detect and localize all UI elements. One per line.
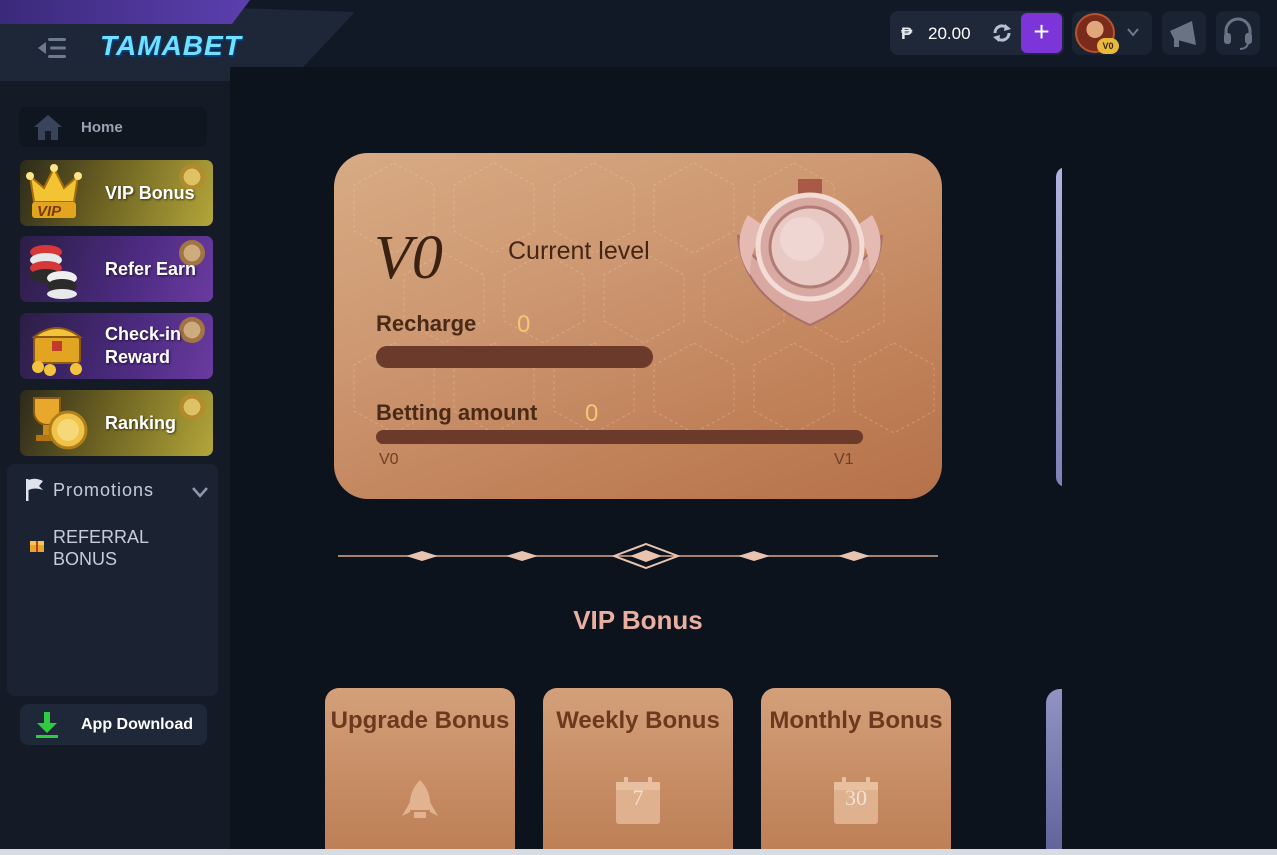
- treasure-chest-icon: [31, 327, 83, 376]
- chevron-down-icon[interactable]: [191, 486, 209, 498]
- app-download-label: App Download: [81, 716, 193, 733]
- recharge-label: Recharge: [376, 311, 477, 336]
- progress-start-level: V0: [379, 451, 399, 468]
- gift-icon: [30, 541, 44, 552]
- bonus-title: Upgrade Bonus: [330, 707, 510, 734]
- ornamental-divider: [338, 543, 938, 569]
- chips-icon: [30, 245, 77, 299]
- sidebar-item-label: Refer Earn: [105, 259, 197, 279]
- sidebar-item-label: VIP Bonus: [105, 183, 195, 203]
- recharge-progress-bar: [376, 346, 653, 368]
- sidebar-item-label: Ranking: [105, 413, 177, 433]
- sidebar-item-label: Check-in Reward: [105, 324, 182, 367]
- header-accent-stripe: [0, 0, 250, 24]
- refresh-icon[interactable]: [991, 23, 1013, 43]
- announcement-button[interactable]: [1162, 11, 1206, 55]
- sidebar: Home VIP VIP Bonus Refer Earn Check-in R…: [0, 81, 230, 855]
- currency-symbol: ₱: [901, 24, 913, 43]
- sidebar-item-check-in-reward[interactable]: Check-in Reward: [20, 313, 213, 379]
- right-gutter: [1062, 67, 1277, 855]
- app-download-button[interactable]: App Download: [20, 704, 207, 745]
- trophy-icon: [33, 397, 88, 450]
- vip-level-card: V0 Current level Recharge 0 Betting amou…: [334, 153, 942, 499]
- megaphone-icon: [1170, 21, 1196, 47]
- balance-amount: 20.00: [928, 24, 971, 43]
- sidebar-item-home[interactable]: Home: [19, 107, 207, 147]
- bottom-scroll-strip: [0, 849, 1277, 855]
- balance-pill: ₱ 20.00 +: [890, 11, 1064, 55]
- vip-level-value: V0: [374, 224, 443, 292]
- sidebar-item-vip-bonus[interactable]: VIP VIP Bonus: [20, 160, 213, 226]
- betting-amount-label: Betting amount: [376, 400, 538, 425]
- top-header: TAMABET ₱ 20.00 + V0: [0, 0, 1277, 81]
- rocket-icon: [402, 780, 438, 818]
- bonus-title: Weekly Bonus: [556, 707, 720, 734]
- progress-end-level: V1: [834, 451, 854, 468]
- home-icon: [34, 115, 62, 140]
- sidebar-item-ranking[interactable]: Ranking: [20, 390, 213, 456]
- promotions-section: Promotions REFERRAL BONUS: [7, 464, 218, 696]
- svg-text:VIP: VIP: [37, 203, 62, 220]
- current-level-label: Current level: [508, 237, 650, 265]
- calendar-day-number: 7: [632, 785, 644, 810]
- crown-icon: VIP: [26, 164, 82, 220]
- promotions-title: Promotions: [53, 480, 155, 500]
- betting-progress-bar: [376, 430, 863, 444]
- bonus-title: Monthly Bonus: [769, 707, 943, 734]
- promotion-item-referral-bonus[interactable]: REFERRAL BONUS: [53, 526, 193, 570]
- flag-icon: [26, 478, 43, 501]
- calendar-day-number: 30: [845, 785, 867, 810]
- customer-support-button[interactable]: [1216, 11, 1260, 55]
- upgrade-bonus-card[interactable]: Upgrade Bonus: [325, 688, 515, 855]
- user-menu[interactable]: V0: [1072, 11, 1152, 55]
- weekly-bonus-card[interactable]: Weekly Bonus 7: [543, 688, 733, 855]
- recharge-value: 0: [517, 311, 531, 338]
- monthly-bonus-card[interactable]: Monthly Bonus 30: [761, 688, 951, 855]
- chevron-down-icon[interactable]: [1126, 25, 1140, 39]
- next-bonus-card-edge[interactable]: [1046, 689, 1062, 855]
- download-icon: [36, 712, 58, 738]
- headset-icon: [1224, 17, 1252, 50]
- menu-collapse-icon[interactable]: [36, 34, 68, 62]
- brand-logo[interactable]: TAMABET: [100, 30, 242, 62]
- vip-level-badge: V0: [1097, 38, 1119, 54]
- coin-decoration: [179, 394, 205, 420]
- medal-icon: [737, 179, 883, 327]
- sidebar-item-label: Home: [81, 119, 123, 136]
- betting-amount-value: 0: [585, 400, 599, 427]
- section-title: VIP Bonus: [573, 605, 703, 635]
- deposit-add-button[interactable]: +: [1021, 13, 1062, 53]
- main-content: V0 Current level Recharge 0 Betting amou…: [230, 67, 1062, 855]
- sidebar-item-refer-earn[interactable]: Refer Earn: [20, 236, 213, 302]
